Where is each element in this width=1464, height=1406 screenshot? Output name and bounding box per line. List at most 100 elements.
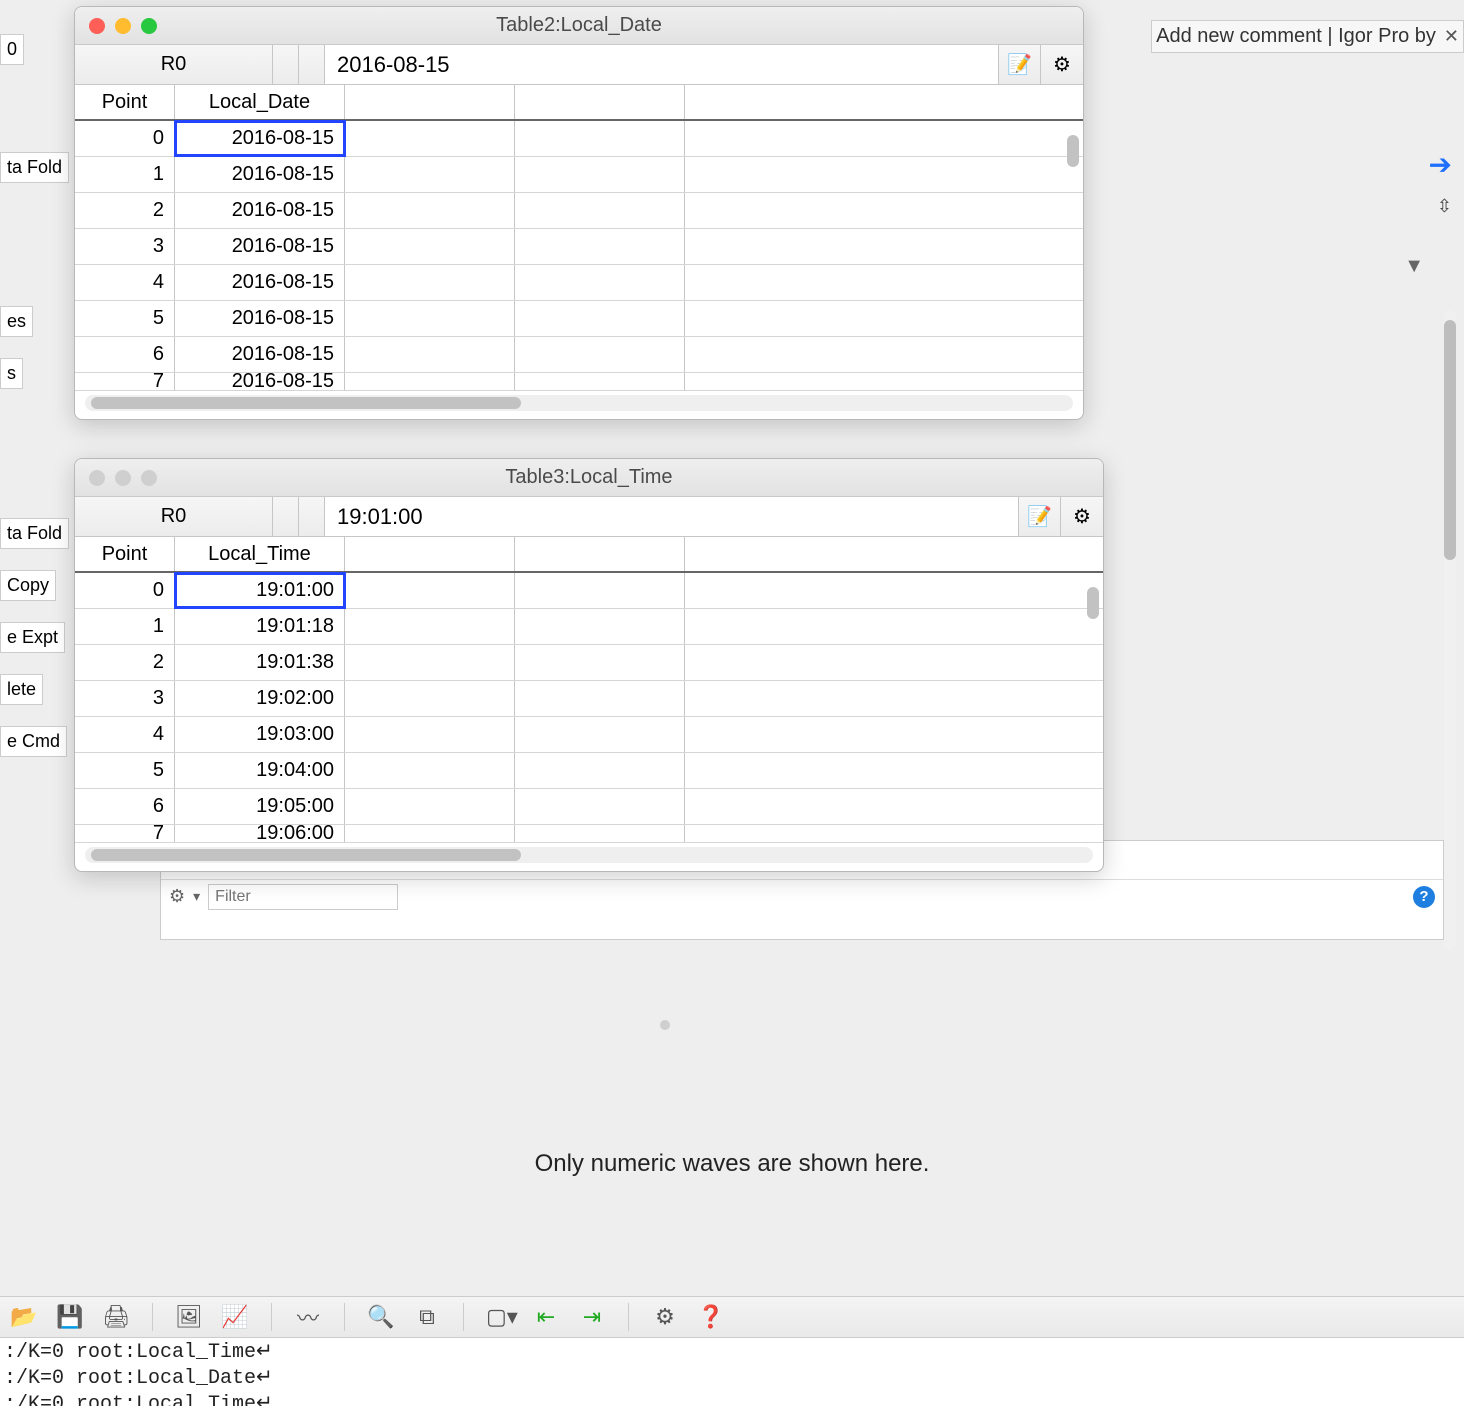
left-button[interactable]: lete xyxy=(0,674,43,705)
horizontal-scrollbar[interactable] xyxy=(85,847,1093,863)
cell-blank[interactable] xyxy=(685,193,1083,228)
gear-icon[interactable]: ⚙ xyxy=(1041,45,1083,84)
forward-icon[interactable]: ⇥ xyxy=(578,1304,606,1330)
cell-blank[interactable] xyxy=(685,825,1103,842)
panel-icon[interactable]: ▢▾ xyxy=(486,1304,514,1330)
cell-blank[interactable] xyxy=(515,789,685,824)
row-index[interactable]: 1 xyxy=(75,609,175,644)
cell-blank[interactable] xyxy=(685,789,1103,824)
row-index[interactable]: 3 xyxy=(75,681,175,716)
help-icon[interactable]: ❓ xyxy=(697,1304,725,1330)
maximize-window-icon[interactable] xyxy=(141,18,157,34)
left-button[interactable]: ta Fold xyxy=(0,152,69,183)
cell-blank[interactable] xyxy=(515,265,685,300)
cell-blank[interactable] xyxy=(685,157,1083,192)
cell-blank[interactable] xyxy=(345,229,515,264)
row-index[interactable]: 4 xyxy=(75,265,175,300)
cell-value[interactable]: 2016-08-15 xyxy=(175,265,345,300)
left-button[interactable]: es xyxy=(0,306,33,337)
cell-blank[interactable] xyxy=(515,753,685,788)
header-local-date[interactable]: Local_Date xyxy=(175,85,345,119)
row-index[interactable]: 6 xyxy=(75,789,175,824)
titlebar[interactable]: Table2:Local_Date xyxy=(75,7,1083,45)
cell-blank[interactable] xyxy=(685,121,1083,156)
row-index[interactable]: 5 xyxy=(75,301,175,336)
cell-value[interactable]: 2016-08-15 xyxy=(175,337,345,372)
cell-blank[interactable] xyxy=(345,573,515,608)
header-blank[interactable] xyxy=(345,85,515,119)
scrollbar-thumb[interactable] xyxy=(91,849,521,861)
save-icon[interactable]: 💾 xyxy=(56,1304,84,1330)
cell-blank[interactable] xyxy=(515,193,685,228)
cell-blank[interactable] xyxy=(345,609,515,644)
header-blank[interactable] xyxy=(685,537,1103,571)
cell-blank[interactable] xyxy=(515,645,685,680)
settings-icon[interactable]: ⚙ xyxy=(651,1304,679,1330)
background-tab[interactable]: Add new comment | Igor Pro by ✕ xyxy=(1151,20,1464,53)
row-index[interactable]: 7 xyxy=(75,825,175,842)
close-window-icon[interactable] xyxy=(89,18,105,34)
cell-value[interactable]: 2016-08-15 xyxy=(175,373,345,390)
row-index[interactable]: 3 xyxy=(75,229,175,264)
cell-value[interactable]: 2016-08-15 xyxy=(175,157,345,192)
row-index[interactable]: 1 xyxy=(75,157,175,192)
cell-blank[interactable] xyxy=(515,609,685,644)
cell-blank[interactable] xyxy=(515,337,685,372)
formula-bar[interactable]: 2016-08-15 xyxy=(325,45,999,84)
row-index[interactable]: 0 xyxy=(75,573,175,608)
cell-value[interactable]: 19:02:00 xyxy=(175,681,345,716)
cell-blank[interactable] xyxy=(345,717,515,752)
header-blank[interactable] xyxy=(685,85,1083,119)
cell-blank[interactable] xyxy=(515,157,685,192)
command-history[interactable]: :/K=0 root:Local_Time↵ :/K=0 root:Local_… xyxy=(0,1338,1464,1406)
scrollbar-thumb[interactable] xyxy=(1444,320,1456,560)
back-icon[interactable]: ⇤ xyxy=(532,1304,560,1330)
horizontal-scrollbar[interactable] xyxy=(85,395,1073,411)
cell-blank[interactable] xyxy=(685,681,1103,716)
cell-blank[interactable] xyxy=(685,573,1103,608)
vertical-scrollbar-thumb[interactable] xyxy=(1067,135,1079,167)
cell-blank[interactable] xyxy=(685,229,1083,264)
cell-blank[interactable] xyxy=(515,229,685,264)
cell-blank[interactable] xyxy=(685,717,1103,752)
cell-blank[interactable] xyxy=(345,301,515,336)
cell-blank[interactable] xyxy=(685,609,1103,644)
gear-icon[interactable]: ⚙ xyxy=(1061,497,1103,536)
row-index[interactable]: 0 xyxy=(75,121,175,156)
cell-blank[interactable] xyxy=(515,825,685,842)
cell-blank[interactable] xyxy=(685,265,1083,300)
cell-reference[interactable]: R0 xyxy=(75,497,273,536)
maximize-window-icon[interactable] xyxy=(141,470,157,486)
cell-value[interactable]: 19:01:38 xyxy=(175,645,345,680)
vertical-scrollbar[interactable] xyxy=(1444,310,1456,950)
close-icon[interactable]: ✕ xyxy=(1444,26,1459,47)
titlebar[interactable]: Table3:Local_Time xyxy=(75,459,1103,497)
row-index[interactable]: 6 xyxy=(75,337,175,372)
cell-reference[interactable]: R0 xyxy=(75,45,273,84)
cell-blank[interactable] xyxy=(345,825,515,842)
left-button[interactable]: s xyxy=(0,358,23,389)
cell-blank[interactable] xyxy=(515,573,685,608)
header-local-time[interactable]: Local_Time xyxy=(175,537,345,571)
cell-blank[interactable] xyxy=(345,789,515,824)
cell-value[interactable]: 19:01:18 xyxy=(175,609,345,644)
cell-value[interactable]: 2016-08-15 xyxy=(175,229,345,264)
resize-knob[interactable] xyxy=(660,1020,670,1030)
scrollbar-thumb[interactable] xyxy=(91,397,521,409)
graph-icon[interactable]: 📈 xyxy=(221,1304,249,1330)
cell-blank[interactable] xyxy=(515,373,685,390)
inspect-icon[interactable]: 🔍 xyxy=(367,1304,395,1330)
cell-blank[interactable] xyxy=(685,337,1083,372)
dropdown-icon[interactable]: ▾ xyxy=(193,888,200,905)
row-index[interactable]: 4 xyxy=(75,717,175,752)
cell-blank[interactable] xyxy=(345,193,515,228)
help-icon[interactable]: ? xyxy=(1413,886,1435,908)
wave-icon[interactable]: 〰 xyxy=(294,1301,322,1333)
gear-icon[interactable]: ⚙ xyxy=(169,886,185,907)
cell-blank[interactable] xyxy=(515,301,685,336)
cell-blank[interactable] xyxy=(345,645,515,680)
minimize-window-icon[interactable] xyxy=(115,470,131,486)
cell-blank[interactable] xyxy=(345,121,515,156)
header-point[interactable]: Point xyxy=(75,537,175,571)
formula-bar[interactable]: 19:01:00 xyxy=(325,497,1019,536)
